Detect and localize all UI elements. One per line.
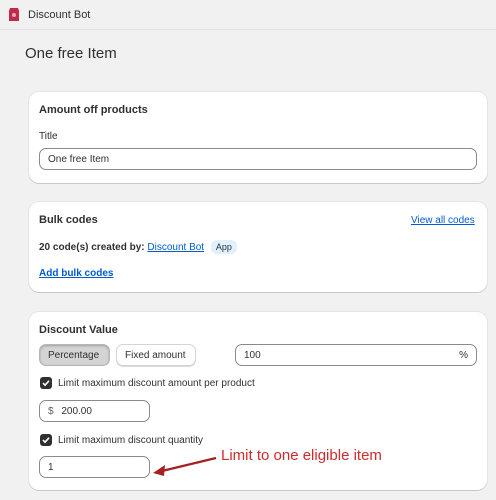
percent-suffix: % (459, 350, 468, 361)
app-badge: App (210, 240, 237, 254)
limit-quantity-input[interactable]: 1 (39, 456, 150, 478)
limit-quantity-label: Limit maximum discount quantity (58, 435, 204, 446)
fixed-amount-button[interactable]: Fixed amount (116, 344, 196, 366)
limit-amount-input[interactable]: $ 200.00 (39, 400, 150, 422)
limit-amount-checkbox[interactable] (40, 377, 52, 389)
card-heading: Amount off products (39, 104, 148, 116)
limit-quantity-checkbox[interactable] (40, 434, 52, 446)
limit-amount-label: Limit maximum discount amount per produc… (58, 378, 255, 389)
page-title: One free Item (25, 45, 117, 62)
checkmark-icon (42, 437, 50, 444)
card-heading: Discount Value (39, 324, 118, 336)
app-name[interactable]: Discount Bot (28, 9, 90, 21)
discount-value-input[interactable]: 100 % (235, 344, 477, 366)
created-by-link[interactable]: Discount Bot (147, 242, 204, 253)
discount-value: 100 (244, 350, 261, 361)
title-label: Title (39, 131, 58, 142)
app-logo-icon (9, 8, 19, 21)
view-all-codes-link[interactable]: View all codes (411, 215, 475, 226)
top-bar: Discount Bot (0, 0, 496, 30)
codes-created-prefix: 20 code(s) created by: (39, 242, 145, 253)
add-bulk-codes-link[interactable]: Add bulk codes (39, 268, 113, 279)
checkmark-icon (42, 380, 50, 387)
card-heading: Bulk codes (39, 214, 98, 226)
percentage-button[interactable]: Percentage (39, 344, 110, 366)
title-input[interactable]: One free Item (39, 148, 477, 170)
annotation-text: Limit to one eligible item (221, 447, 382, 464)
amount-off-card: Amount off products Title One free Item (29, 92, 487, 183)
annotation-arrow-icon (153, 456, 217, 476)
bulk-codes-card: Bulk codes View all codes 20 code(s) cre… (29, 202, 487, 292)
codes-created-line: 20 code(s) created by: Discount Bot App (39, 240, 237, 254)
limit-amount-value: 200.00 (61, 406, 92, 417)
currency-prefix: $ (48, 406, 54, 417)
